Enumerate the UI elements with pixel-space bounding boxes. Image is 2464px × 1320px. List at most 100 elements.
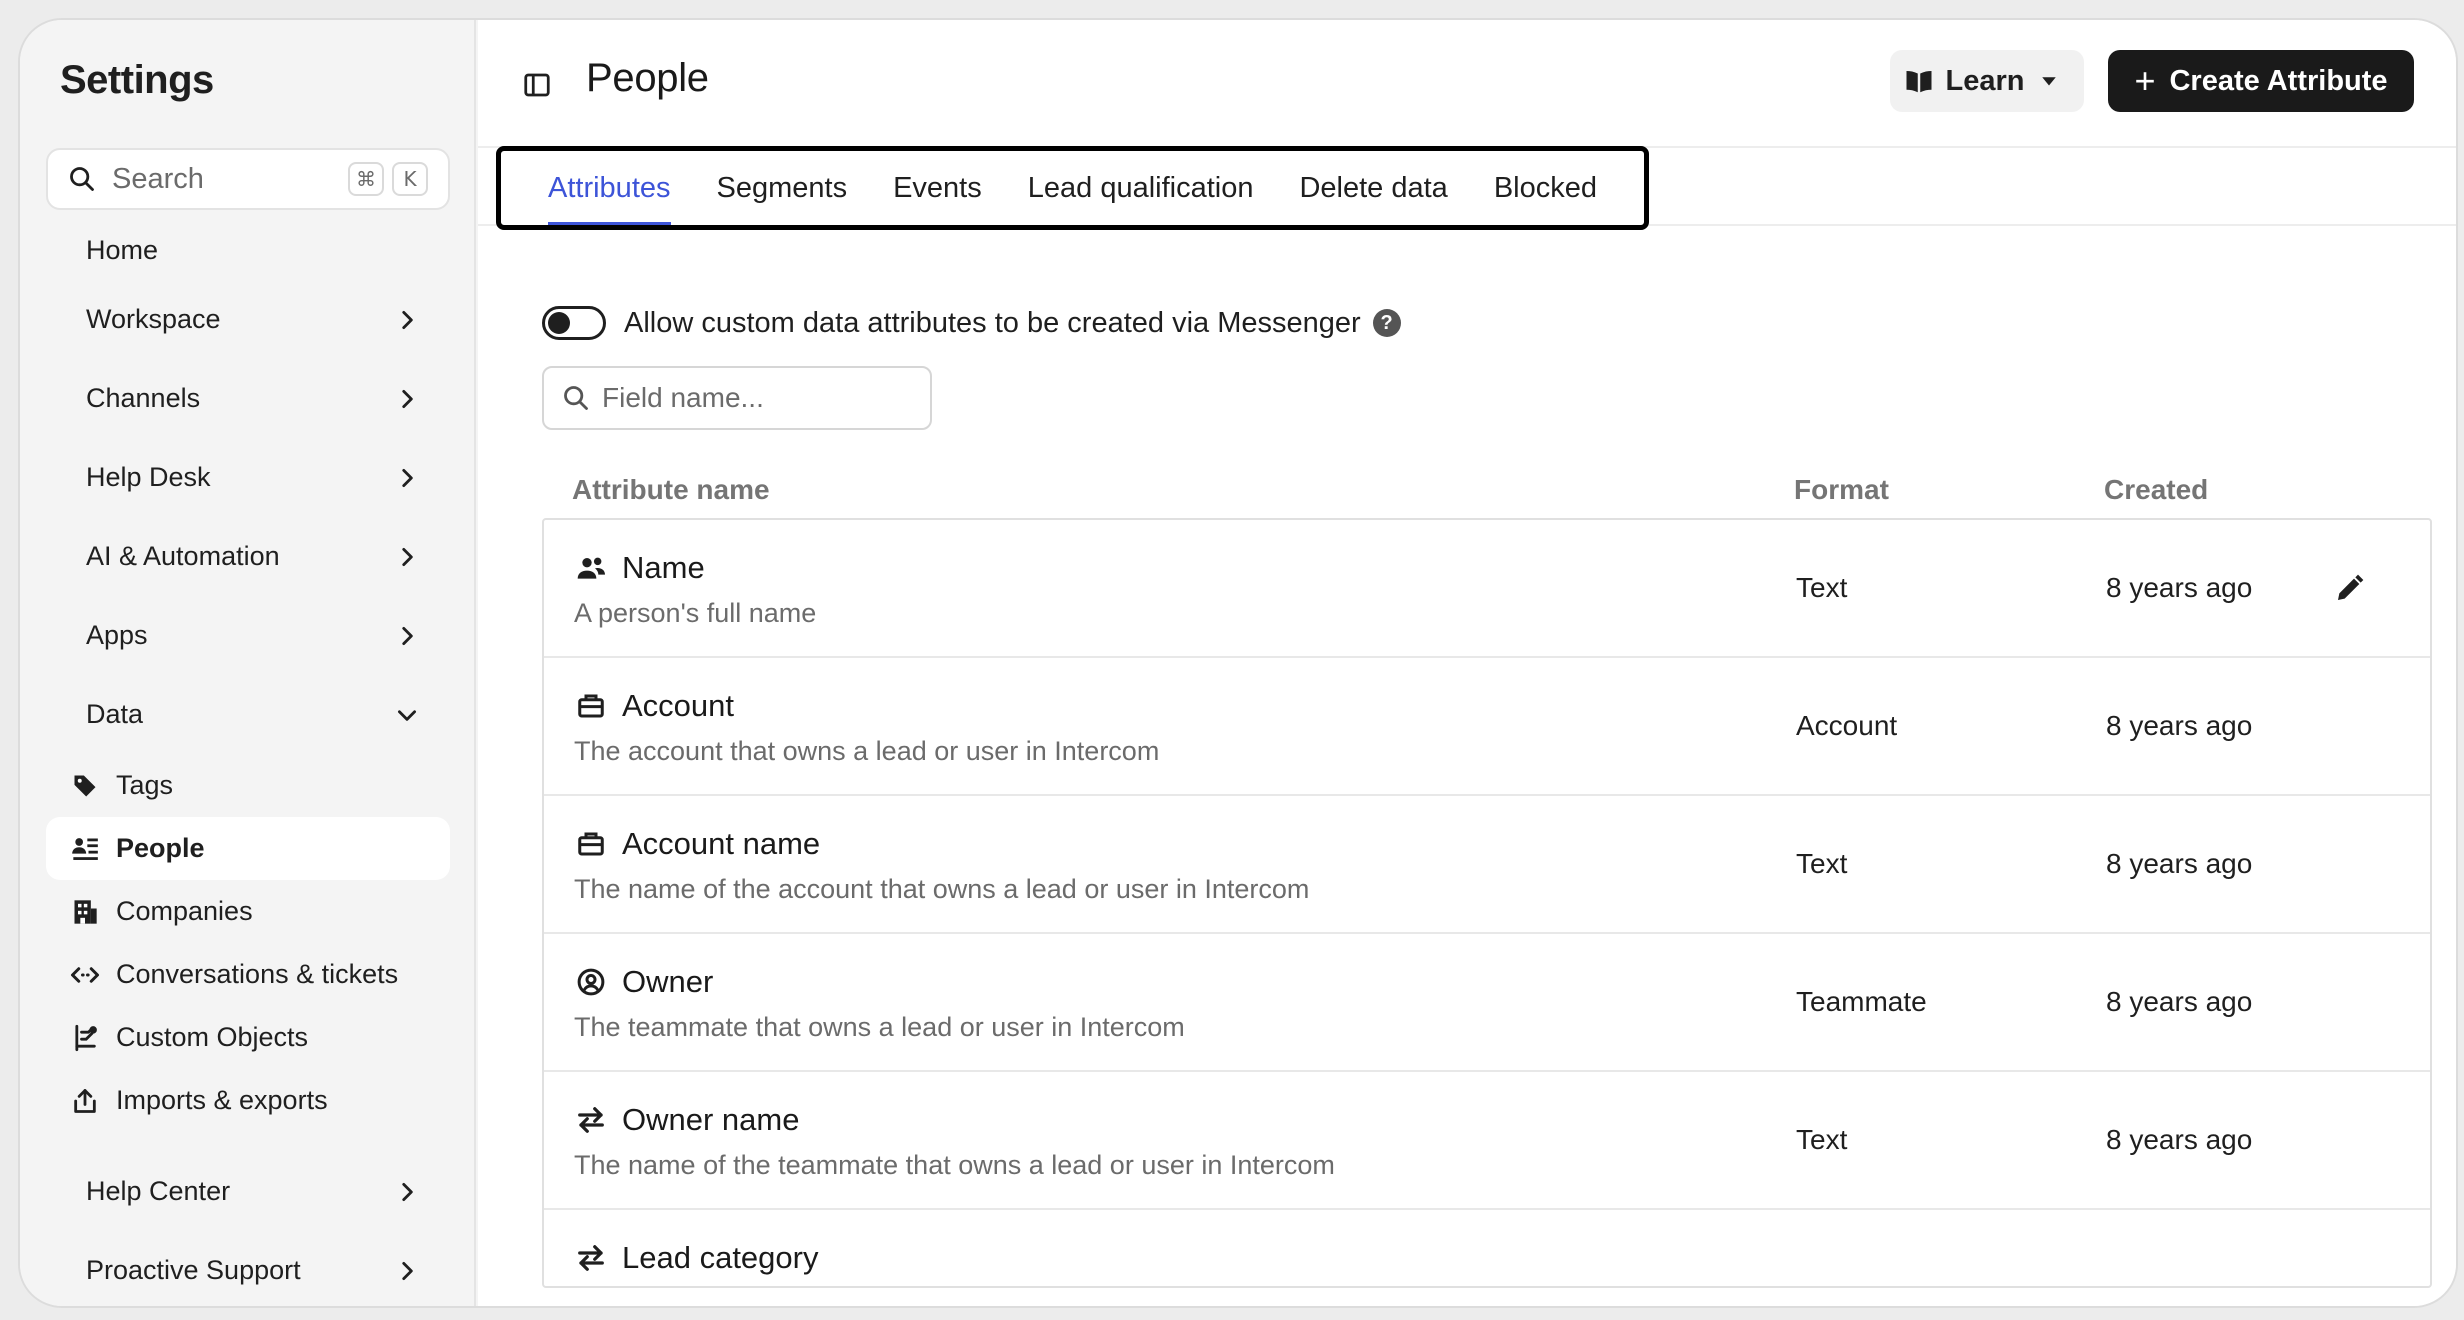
attribute-title: Owner [622,964,714,999]
sidebar-toggle-icon[interactable] [522,70,552,100]
attribute-created: 8 years ago [2106,986,2253,1017]
create-attribute-button[interactable]: + Create Attribute [2108,50,2414,112]
attribute-created: 8 years ago [2106,572,2253,603]
field-name-search-input[interactable]: Field name... [542,366,932,430]
tab-segments[interactable]: Segments [694,151,871,225]
attribute-format: Text [1796,848,1848,879]
sidebar-item-proactive-support[interactable]: Proactive Support [46,1231,450,1306]
attribute-name: Name [574,550,705,586]
help-icon[interactable]: ? [1372,309,1401,337]
sidebar-subitem-tags[interactable]: Tags [46,754,450,817]
table-row[interactable]: Owner The teammate that owns a lead or u… [544,934,2430,1072]
sidebar-item-label: Data [86,699,144,729]
column-header-created[interactable]: Created [2104,474,2208,506]
search-icon [70,167,94,191]
tab-events[interactable]: Events [870,151,1005,225]
attribute-created: 8 years ago [2106,1124,2253,1155]
sidebar-nav: Home Workspace Channels Help Desk AI & A… [46,220,450,1306]
chevron-right-icon [402,1261,413,1280]
table-row[interactable]: Lead category [544,1210,2430,1286]
caret-down-icon [2042,77,2057,86]
people-list-icon [70,834,100,864]
search-icon [564,386,588,410]
sidebar-item-label: AI & Automation [86,541,280,571]
sidebar-subitem-label: Custom Objects [116,1022,309,1052]
attribute-description: A person's full name [574,598,817,628]
object-link-icon [70,1023,100,1053]
chevron-right-icon [402,626,413,645]
tab-delete-data[interactable]: Delete data [1276,151,1470,225]
table-row[interactable]: Owner name The name of the teammate that… [544,1072,2430,1210]
chevron-right-icon [402,468,413,487]
chevron-right-icon [402,547,413,566]
attribute-name: Account [574,688,734,724]
messenger-attributes-toggle[interactable] [542,306,606,340]
attribute-format: Text [1796,572,1848,603]
sidebar-title: Settings [60,58,214,102]
table-row[interactable]: Name A person's full name Text 8 years a… [544,520,2430,658]
sidebar-subitem-companies[interactable]: Companies [46,880,450,943]
sidebar-subitem-label: Conversations & tickets [116,959,399,989]
table-row[interactable]: Account name The name of the account tha… [544,796,2430,934]
attribute-title: Owner name [622,1102,800,1137]
pencil-icon[interactable] [2334,572,2366,604]
sidebar-subitem-label: People [116,833,205,863]
sidebar-item-label: Channels [86,383,201,413]
column-header-format[interactable]: Format [1794,474,1889,506]
swap-arrows-icon [574,1103,608,1137]
table-row[interactable]: Account The account that owns a lead or … [544,658,2430,796]
attribute-format: Teammate [1796,986,1927,1017]
sidebar-item-label: Proactive Support [86,1255,301,1285]
sidebar-item-home[interactable]: Home [46,220,450,280]
cmd-key-badge: ⌘ [348,162,384,196]
attribute-description: The name of the teammate that owns a lea… [574,1150,1335,1180]
main-panel: People Learn + Create Attribute Attribut… [478,20,2456,1306]
sidebar-subitem-conversations-tickets[interactable]: Conversations & tickets [46,943,450,1006]
sidebar-item-workspace[interactable]: Workspace [46,280,450,359]
briefcase-icon [574,689,608,723]
column-header-attribute-name[interactable]: Attribute name [572,474,770,506]
sidebar-subitem-label: Companies [116,896,253,926]
people-icon [574,551,608,585]
tag-icon [70,771,100,801]
attribute-description: The name of the account that owns a lead… [574,874,1310,904]
building-icon [70,897,100,927]
attribute-name: Owner name [574,1102,799,1138]
sidebar-subitem-label: Imports & exports [116,1085,328,1115]
sidebar-subitem-people[interactable]: People [46,817,450,880]
k-key-badge: K [392,162,428,196]
sidebar-search-input[interactable]: Search ⌘ K [46,148,450,210]
swap-arrows-icon [574,1241,608,1275]
search-placeholder: Search [112,162,204,195]
upload-icon [70,1086,100,1116]
sidebar-item-label: Help Desk [86,462,211,492]
chevron-right-icon [402,310,413,329]
attribute-name: Account name [574,826,820,862]
sidebar-item-data[interactable]: Data [46,675,450,754]
table-header: Attribute name Format Created [542,460,2406,520]
attribute-title: Name [622,550,705,585]
sidebar-item-help-desk[interactable]: Help Desk [46,438,450,517]
page-title: People [586,56,709,100]
attribute-description: The account that owns a lead or user in … [574,736,1160,766]
attribute-created: 8 years ago [2106,710,2253,741]
tab-lead-qualification[interactable]: Lead qualification [1005,151,1277,225]
sidebar-item-label: Help Center [86,1176,231,1206]
chevron-down-icon [398,709,416,721]
tab-attributes[interactable]: Attributes [525,151,694,225]
sidebar-subitem-custom-objects[interactable]: Custom Objects [46,1006,450,1069]
sidebar-item-ai-automation[interactable]: AI & Automation [46,517,450,596]
tab-blocked[interactable]: Blocked [1471,151,1620,225]
learn-button[interactable]: Learn [1890,50,2084,112]
toggle-label: Allow custom data attributes to be creat… [624,306,1361,339]
sidebar-item-help-center[interactable]: Help Center [46,1152,450,1231]
sidebar-item-apps[interactable]: Apps [46,596,450,675]
attribute-format: Account [1796,710,1898,741]
create-attribute-label: Create Attribute [2169,64,2388,97]
book-icon [1906,71,1931,93]
attribute-created: 8 years ago [2106,848,2253,879]
sidebar-item-label: Home [86,234,159,265]
sidebar-subitem-imports-exports[interactable]: Imports & exports [46,1069,450,1132]
sidebar-item-channels[interactable]: Channels [46,359,450,438]
